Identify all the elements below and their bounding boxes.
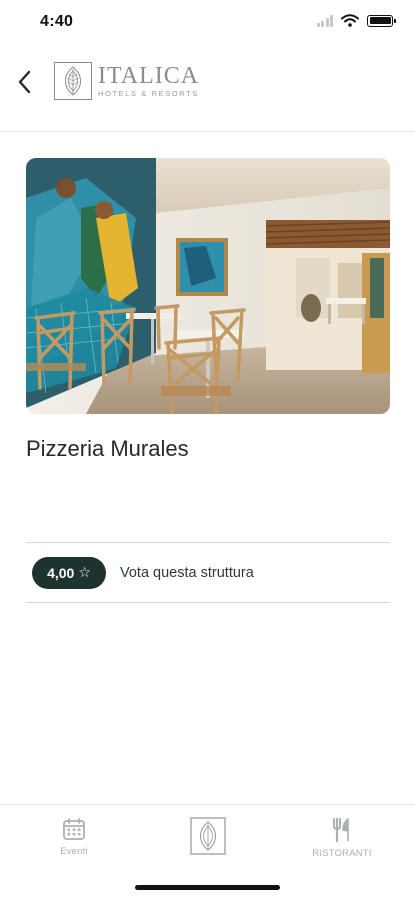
restaurant-photo [26,158,390,414]
chevron-left-icon [18,70,31,94]
app-header: ITALICA HOTELS & RESORTS [0,52,415,116]
status-icons [315,14,396,27]
rate-this-place-link[interactable]: Vota questa struttura [120,565,254,581]
rating-value: 4,00 [47,564,75,581]
calendar-icon [63,818,85,840]
leaf-logo-icon [54,62,92,100]
tab-home[interactable] [190,817,226,855]
wifi-icon [341,14,359,27]
tab-events-label: Eventi [60,846,88,857]
tab-restaurants[interactable]: RISTORANTI [306,817,378,859]
place-title: Pizzeria Murales [26,436,189,461]
fork-knife-icon [333,817,349,843]
brand-logo: ITALICA HOTELS & RESORTS [54,62,199,100]
screen: 4:40 ITALICA HOTELS & RESORTS Pizzeria M… [0,0,415,900]
brand-tagline: HOTELS & RESORTS [98,88,199,98]
rating-row: 4,00 ☆ Vota questa struttura [26,542,390,603]
star-icon: ☆ [78,564,91,580]
leaf-logo-icon [190,817,226,855]
cellular-signal-icon [315,14,333,27]
tab-restaurants-label: RISTORANTI [312,848,372,859]
rating-badge: 4,00 ☆ [32,556,106,589]
status-bar: 4:40 [0,0,415,44]
brand-name: ITALICA [98,62,200,89]
tab-events[interactable]: Eventi [52,817,96,857]
back-button[interactable] [10,66,38,98]
home-indicator [135,885,280,890]
status-time: 4:40 [40,13,74,30]
header-divider [0,131,415,132]
brand-text: ITALICA HOTELS & RESORTS [98,62,200,98]
battery-icon [367,14,396,27]
